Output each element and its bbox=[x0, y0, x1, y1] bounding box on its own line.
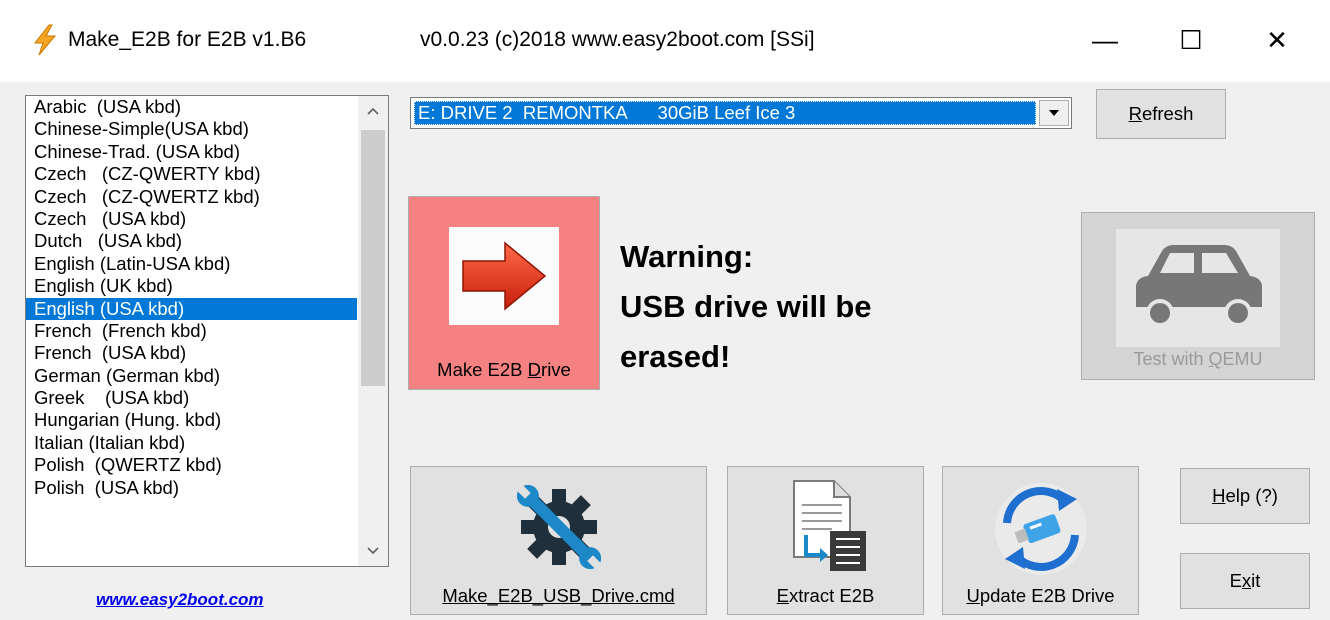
make-e2b-usb-drive-cmd-button[interactable]: Make_E2B_USB_Drive.cmd bbox=[410, 466, 707, 615]
document-extract-icon bbox=[772, 477, 880, 577]
app-window: Make_E2B for E2B v1.B6 v0.0.23 (c)2018 w… bbox=[0, 0, 1330, 620]
extract-e2b-button[interactable]: Extract E2B bbox=[727, 466, 924, 615]
warning-line-3: erased! bbox=[620, 339, 731, 374]
language-list-item[interactable]: English (Latin-USA kbd) bbox=[26, 253, 357, 275]
maximize-icon: ☐ bbox=[1179, 24, 1203, 55]
window-title: Make_E2B for E2B v1.B6 bbox=[68, 28, 307, 51]
warning-text: Warning: USB drive will be erased! bbox=[620, 232, 872, 382]
make-e2b-drive-label: Make E2B Drive bbox=[437, 359, 571, 380]
arrow-right-icon bbox=[449, 227, 559, 325]
language-list-item[interactable]: Polish (USA kbd) bbox=[26, 477, 357, 499]
language-list-item[interactable]: Dutch (USA kbd) bbox=[26, 230, 357, 252]
exit-label-pre: E bbox=[1229, 570, 1242, 591]
language-list-item[interactable]: English (UK kbd) bbox=[26, 275, 357, 297]
title-bar[interactable]: Make_E2B for E2B v1.B6 v0.0.23 (c)2018 w… bbox=[0, 0, 1330, 82]
car-icon bbox=[1116, 229, 1280, 347]
warning-line-1: Warning: bbox=[620, 239, 754, 274]
language-list-item[interactable]: Czech (USA kbd) bbox=[26, 208, 357, 230]
scroll-up-button[interactable] bbox=[358, 96, 388, 126]
language-list-item[interactable]: Greek (USA kbd) bbox=[26, 387, 357, 409]
language-list-item[interactable]: Chinese-Simple(USA kbd) bbox=[26, 118, 357, 140]
website-link[interactable]: www.easy2boot.com bbox=[96, 590, 264, 610]
version-text: v0.0.23 (c)2018 www.easy2boot.com [SSi] bbox=[420, 28, 815, 51]
refresh-label: efresh bbox=[1141, 103, 1194, 124]
drive-select[interactable]: E: DRIVE 2 REMONTKA 30GiB Leef Ice 3 bbox=[410, 97, 1072, 129]
scroll-thumb[interactable] bbox=[361, 130, 385, 386]
exit-mnemonic: x bbox=[1241, 570, 1252, 591]
scroll-down-button[interactable] bbox=[358, 536, 388, 566]
language-listbox[interactable]: Arabic (USA kbd) Chinese-Simple(USA kbd) C… bbox=[25, 95, 389, 567]
help-mnemonic: H bbox=[1212, 485, 1226, 506]
help-label: elp (?) bbox=[1225, 485, 1278, 506]
wrench-gear-icon bbox=[505, 477, 613, 577]
language-list-item[interactable]: Czech (CZ-QWERTZ kbd) bbox=[26, 186, 357, 208]
make-e2b-drive-button[interactable]: Make E2B Drive bbox=[408, 196, 600, 390]
language-list-item[interactable]: French (USA kbd) bbox=[26, 342, 357, 364]
listbox-scrollbar[interactable] bbox=[358, 96, 388, 566]
language-list-item[interactable]: French (French kbd) bbox=[26, 320, 357, 342]
drive-select-value: E: DRIVE 2 REMONTKA 30GiB Leef Ice 3 bbox=[414, 101, 1036, 125]
update-e2b-drive-button[interactable]: Update E2B Drive bbox=[942, 466, 1139, 615]
update-e2b-drive-label: Update E2B Drive bbox=[966, 585, 1115, 606]
language-list-item[interactable]: Arabic (USA kbd) bbox=[26, 96, 357, 118]
minimize-icon: — bbox=[1092, 24, 1118, 55]
language-list-item[interactable]: Hungarian (Hung. kbd) bbox=[26, 409, 357, 431]
warning-line-2: USB drive will be bbox=[620, 289, 872, 324]
test-with-qemu-label: Test with QEMU bbox=[1133, 349, 1263, 369]
help-button[interactable]: Help (?) bbox=[1180, 468, 1310, 524]
refresh-mnemonic: R bbox=[1128, 103, 1142, 124]
usb-sync-icon bbox=[987, 477, 1095, 577]
test-with-qemu-button[interactable]: Test with QEMU bbox=[1081, 212, 1315, 380]
language-list-item[interactable]: Chinese-Trad. (USA kbd) bbox=[26, 141, 357, 163]
language-list-item[interactable]: Polish (QWERTZ kbd) bbox=[26, 454, 357, 476]
chevron-down-icon bbox=[367, 547, 379, 555]
lightning-icon bbox=[33, 24, 57, 56]
language-list-item[interactable]: English (USA kbd) bbox=[26, 297, 357, 320]
language-list: Arabic (USA kbd) Chinese-Simple(USA kbd) C… bbox=[26, 96, 357, 499]
exit-button[interactable]: Ex it bbox=[1180, 553, 1310, 609]
minimize-button[interactable]: — bbox=[1080, 18, 1130, 62]
language-list-item[interactable]: German (German kbd) bbox=[26, 365, 357, 387]
close-button[interactable]: ✕ bbox=[1252, 18, 1302, 62]
chevron-up-icon bbox=[367, 107, 379, 115]
extract-e2b-label: Extract E2B bbox=[776, 585, 875, 606]
exit-label-post: it bbox=[1251, 570, 1261, 591]
dropdown-arrow-icon bbox=[1049, 110, 1059, 116]
language-list-item[interactable]: Italian (Italian kbd) bbox=[26, 432, 357, 454]
make-e2b-usb-drive-cmd-label: Make_E2B_USB_Drive.cmd bbox=[442, 585, 675, 606]
drive-select-dropdown-button[interactable] bbox=[1039, 100, 1069, 126]
refresh-button[interactable]: Refresh bbox=[1096, 89, 1226, 139]
maximize-button[interactable]: ☐ bbox=[1166, 18, 1216, 62]
language-list-item[interactable]: Czech (CZ-QWERTY kbd) bbox=[26, 163, 357, 185]
close-icon: ✕ bbox=[1266, 24, 1288, 55]
